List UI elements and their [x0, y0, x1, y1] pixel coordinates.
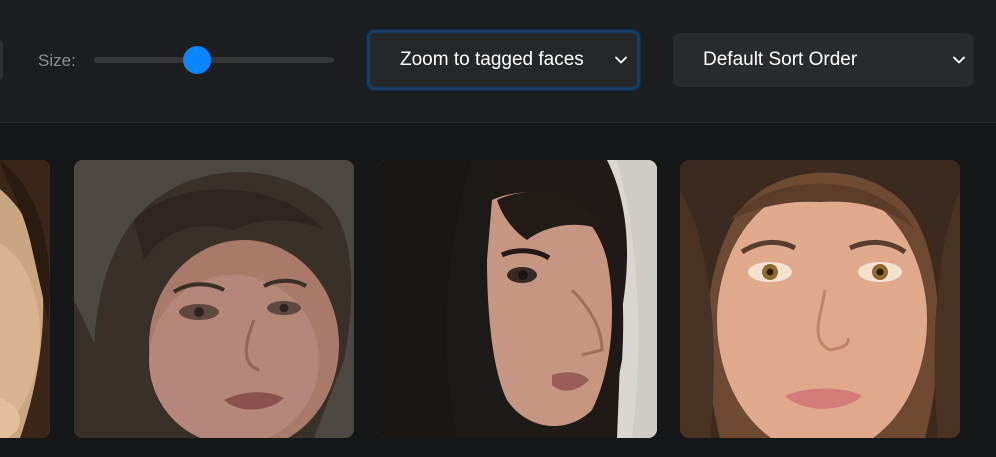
- photo-thumbnail[interactable]: [377, 160, 657, 438]
- chevron-down-icon: [615, 56, 627, 64]
- slider-thumb[interactable]: [183, 46, 212, 74]
- photo-gallery: [0, 123, 996, 457]
- face-photo-image: [680, 160, 960, 438]
- toolbar: Size: Zoom to tagged faces Default Sort …: [0, 0, 996, 123]
- zoom-select-value: Zoom to tagged faces: [400, 49, 584, 70]
- face-photo-image: [377, 160, 657, 438]
- zoom-select[interactable]: Zoom to tagged faces: [367, 30, 640, 90]
- toolbar-left-control[interactable]: [0, 40, 3, 80]
- face-photo-image: [74, 160, 354, 438]
- photo-thumbnail[interactable]: [74, 160, 354, 438]
- sort-select-value: Default Sort Order: [703, 49, 858, 70]
- chevron-down-icon: [953, 56, 965, 64]
- photo-thumbnail[interactable]: [0, 160, 50, 438]
- sort-select[interactable]: Default Sort Order: [673, 33, 974, 87]
- slider-fill: [94, 57, 198, 63]
- size-label: Size:: [38, 51, 76, 70]
- face-photo-image: [0, 160, 50, 438]
- size-slider[interactable]: [94, 45, 334, 75]
- photo-thumbnail[interactable]: [680, 160, 960, 438]
